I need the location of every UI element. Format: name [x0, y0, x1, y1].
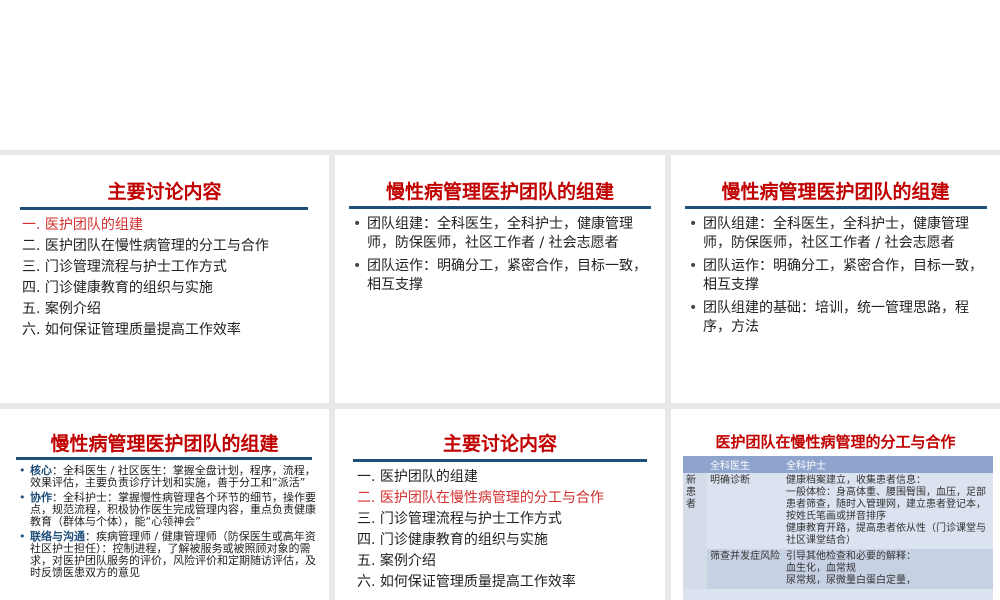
slide-title: 主要讨论内容 [107, 181, 222, 203]
title-rule [353, 459, 647, 462]
toc-item: 一. 医护团队的组建 [22, 217, 143, 233]
bullet-list: 团队组建：全科医生，全科护士，健康管理师，防保医师，社区工作者 / 社会志愿者 … [687, 215, 983, 341]
title-rule [16, 457, 312, 460]
slide-thumbnail-1[interactable]: 主要讨论内容 一. 医护团队的组建 二. 医护团队在慢性病管理的分工与合作 三.… [0, 155, 329, 403]
table-cell: 明确诊断 [710, 475, 750, 486]
table-header: 全科医生 [707, 456, 783, 473]
bullet-item: 团队组建：全科医生，全科护士，健康管理师，防保医师，社区工作者 / 社会志愿者 [351, 215, 647, 253]
toc-list: 一. 医护团队的组建 二. 医护团队在慢性病管理的分工与合作 三. 门诊管理流程… [357, 467, 604, 593]
title-rule [349, 206, 651, 209]
division-table-wrapper: 全科医生 全科护士 新 患 者 明确诊断 健康档案建立，收集患者信息： 一般体检… [683, 456, 993, 600]
slide-thumbnail-6[interactable]: 医护团队在慢性病管理的分工与合作 全科医生 全科护士 新 患 者 明确诊断 健康… [671, 409, 1000, 600]
toc-item: 六. 如何保证管理质量提高工作效率 [357, 574, 576, 590]
toc-item: 二. 医护团队在慢性病管理的分工与合作 [22, 238, 269, 254]
slide-thumbnail-5[interactable]: 主要讨论内容 一. 医护团队的组建 二. 医护团队在慢性病管理的分工与合作 三.… [335, 409, 665, 600]
title-rule [20, 207, 308, 210]
toc-item: 四. 门诊健康教育的组织与实施 [22, 280, 213, 296]
bullet-item: 团队运作：明确分工，紧密合作，目标一致，相互支撑 [687, 257, 983, 295]
slide-thumbnail-2[interactable]: 慢性病管理医护团队的组建 团队组建：全科医生，全科护士，健康管理师，防保医师，社… [335, 155, 665, 403]
bullet-item: 团队组建的基础：培训，统一管理思路，程序，方法 [687, 299, 983, 337]
bullet-list: 核心：全科医生 / 社区医生：掌握全盘计划，程序，流程，效果评估，主要负责诊疗计… [18, 465, 316, 582]
bullet-item: 联络与沟通：疾病管理师 / 健康管理师（防保医生或高年资社区护士担任）：控制进程… [18, 531, 316, 579]
slide-title: 医护团队在慢性病管理的分工与合作 [715, 433, 956, 451]
table-header [683, 456, 707, 473]
toc-item: 三. 门诊管理流程与护士工作方式 [22, 259, 227, 275]
toc-item: 二. 医护团队在慢性病管理的分工与合作 [357, 490, 604, 506]
toc-item: 六. 如何保证管理质量提高工作效率 [22, 322, 241, 338]
toc-item: 一. 医护团队的组建 [357, 469, 478, 485]
table-header-row: 全科医生 全科护士 [683, 456, 993, 473]
bullet-item: 团队组建：全科医生，全科护士，健康管理师，防保医师，社区工作者 / 社会志愿者 [687, 215, 983, 253]
toc-item: 三. 门诊管理流程与护士工作方式 [357, 511, 562, 527]
slide-title: 主要讨论内容 [442, 433, 557, 455]
slide-title: 慢性病管理医护团队的组建 [50, 433, 279, 455]
bullet-item: 团队运作：明确分工，紧密合作，目标一致，相互支撑 [351, 257, 647, 295]
slide-thumbnail-3[interactable]: 慢性病管理医护团队的组建 团队组建：全科医生，全科护士，健康管理师，防保医师，社… [671, 155, 1000, 403]
slide-thumbnail-4[interactable]: 慢性病管理医护团队的组建 核心：全科医生 / 社区医生：掌握全盘计划，程序，流程… [0, 409, 329, 600]
title-rule [685, 206, 987, 209]
toc-list: 一. 医护团队的组建 二. 医护团队在慢性病管理的分工与合作 三. 门诊管理流程… [22, 215, 269, 341]
slide-title: 慢性病管理医护团队的组建 [721, 181, 950, 203]
bullet-item: 核心：全科医生 / 社区医生：掌握全盘计划，程序，流程，效果评估，主要负责诊疗计… [18, 465, 316, 489]
bullet-item: 协作：全科护士：掌握慢性病管理各个环节的细节，操作要点，规范流程，积极协作医生完… [18, 492, 316, 528]
table-cell: 健康档案建立，收集患者信息： 一般体检：身高体重、腰围臀围，血压，足部 患者筛查… [786, 475, 986, 546]
table-group-cell: 新 患 者 [683, 473, 707, 589]
bullet-text: ：全科医生 / 社区医生：掌握全盘计划，程序，流程，效果评估，主要负责诊疗计划和… [30, 464, 316, 489]
table-cell: 引导其他检查和必要的解释： 血生化，血常规 尿常规，尿微量白蛋白定量， [783, 549, 993, 589]
bullet-list: 团队组建：全科医生，全科护士，健康管理师，防保医师，社区工作者 / 社会志愿者 … [351, 215, 647, 299]
division-table: 全科医生 全科护士 新 患 者 明确诊断 健康档案建立，收集患者信息： 一般体检… [683, 456, 993, 589]
toc-item: 五. 案例介绍 [357, 553, 436, 569]
toc-item: 四. 门诊健康教育的组织与实施 [357, 532, 548, 548]
toc-item: 五. 案例介绍 [22, 301, 101, 317]
table-cell: 筛查并发症风险 [707, 549, 783, 589]
table-row: 新 患 者 明确诊断 健康档案建立，收集患者信息： 一般体检：身高体重、腰围臀围… [683, 473, 993, 589]
table-header: 全科护士 [783, 456, 993, 473]
table-row: 筛查并发症风险 引导其他检查和必要的解释： 血生化，血常规 尿常规，尿微量白蛋白… [683, 549, 993, 589]
bullet-text: ：全科护士：掌握慢性病管理各个环节的细节，操作要点，规范流程，积极协作医生完成管… [30, 491, 316, 528]
slide-title: 慢性病管理医护团队的组建 [385, 181, 614, 203]
